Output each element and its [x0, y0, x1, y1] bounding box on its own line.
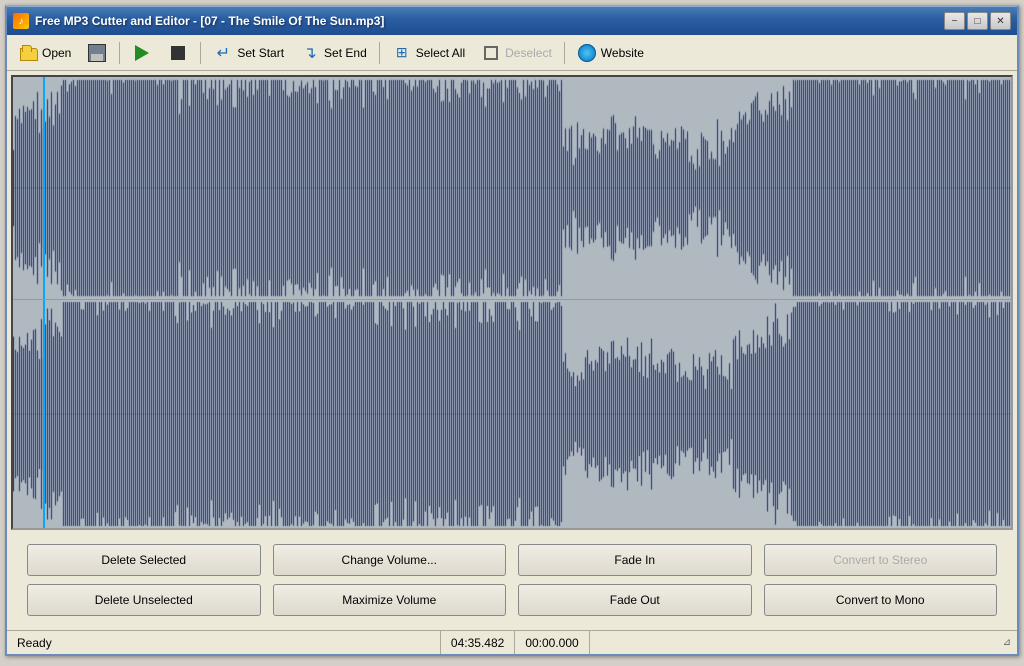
main-window: ♪ Free MP3 Cutter and Editor - [07 - The… — [5, 5, 1019, 656]
title-bar-left: ♪ Free MP3 Cutter and Editor - [07 - The… — [13, 13, 384, 29]
set-start-icon: ↵ — [213, 43, 233, 63]
stop-button[interactable] — [161, 39, 195, 67]
fade-out-button[interactable]: Fade Out — [518, 584, 752, 616]
status-text-section: Ready — [13, 631, 441, 654]
status-total-time: 04:35.482 — [441, 631, 515, 654]
play-button[interactable] — [125, 39, 159, 67]
stop-icon — [168, 43, 188, 63]
change-volume-button[interactable]: Change Volume... — [273, 544, 507, 576]
status-current-time: 00:00.000 — [515, 631, 589, 654]
playhead-bottom — [43, 300, 45, 528]
set-end-icon: ↴ — [300, 43, 320, 63]
toolbar-sep-1 — [119, 42, 120, 64]
window-controls: − □ ✕ — [944, 12, 1011, 30]
minimize-button[interactable]: − — [944, 12, 965, 30]
resize-handle[interactable]: ⊿ — [1003, 637, 1011, 648]
toolbar: Open ↵ Set Start ↴ — [7, 35, 1017, 71]
save-button[interactable] — [80, 39, 114, 67]
toolbar-sep-3 — [379, 42, 380, 64]
status-text: Ready — [17, 636, 52, 650]
app-icon: ♪ — [13, 13, 29, 29]
set-start-button[interactable]: ↵ Set Start — [206, 39, 291, 67]
waveform-canvas-top — [13, 77, 1011, 299]
set-end-button[interactable]: ↴ Set End — [293, 39, 374, 67]
status-bar: Ready 04:35.482 00:00.000 ⊿ — [7, 630, 1017, 654]
window-title: Free MP3 Cutter and Editor - [07 - The S… — [35, 14, 384, 28]
fade-in-button[interactable]: Fade In — [518, 544, 752, 576]
save-icon — [87, 43, 107, 63]
select-all-button[interactable]: ⊞ Select All — [385, 39, 472, 67]
deselect-icon — [481, 43, 501, 63]
toolbar-sep-4 — [564, 42, 565, 64]
delete-unselected-button[interactable]: Delete Unselected — [27, 584, 261, 616]
maximize-volume-button[interactable]: Maximize Volume — [273, 584, 507, 616]
action-buttons-area: Delete Selected Change Volume... Fade In… — [7, 534, 1017, 630]
website-button[interactable]: Website — [570, 39, 651, 67]
toolbar-sep-2 — [200, 42, 201, 64]
deselect-button[interactable]: Deselect — [474, 39, 559, 67]
close-button[interactable]: ✕ — [990, 12, 1011, 30]
waveform-channel-top[interactable] — [13, 77, 1011, 300]
play-icon — [132, 43, 152, 63]
open-icon — [18, 43, 38, 63]
waveform-channel-bottom[interactable] — [13, 300, 1011, 528]
title-bar: ♪ Free MP3 Cutter and Editor - [07 - The… — [7, 7, 1017, 35]
waveform-container[interactable] — [11, 75, 1013, 530]
convert-to-mono-button[interactable]: Convert to Mono — [764, 584, 998, 616]
convert-to-stereo-button[interactable]: Convert to Stereo — [764, 544, 998, 576]
playhead-top — [43, 77, 45, 299]
open-button[interactable]: Open — [11, 39, 78, 67]
delete-selected-button[interactable]: Delete Selected — [27, 544, 261, 576]
website-icon — [577, 43, 597, 63]
waveform-canvas-bottom — [13, 300, 1011, 528]
select-all-icon: ⊞ — [392, 43, 412, 63]
restore-button[interactable]: □ — [967, 12, 988, 30]
